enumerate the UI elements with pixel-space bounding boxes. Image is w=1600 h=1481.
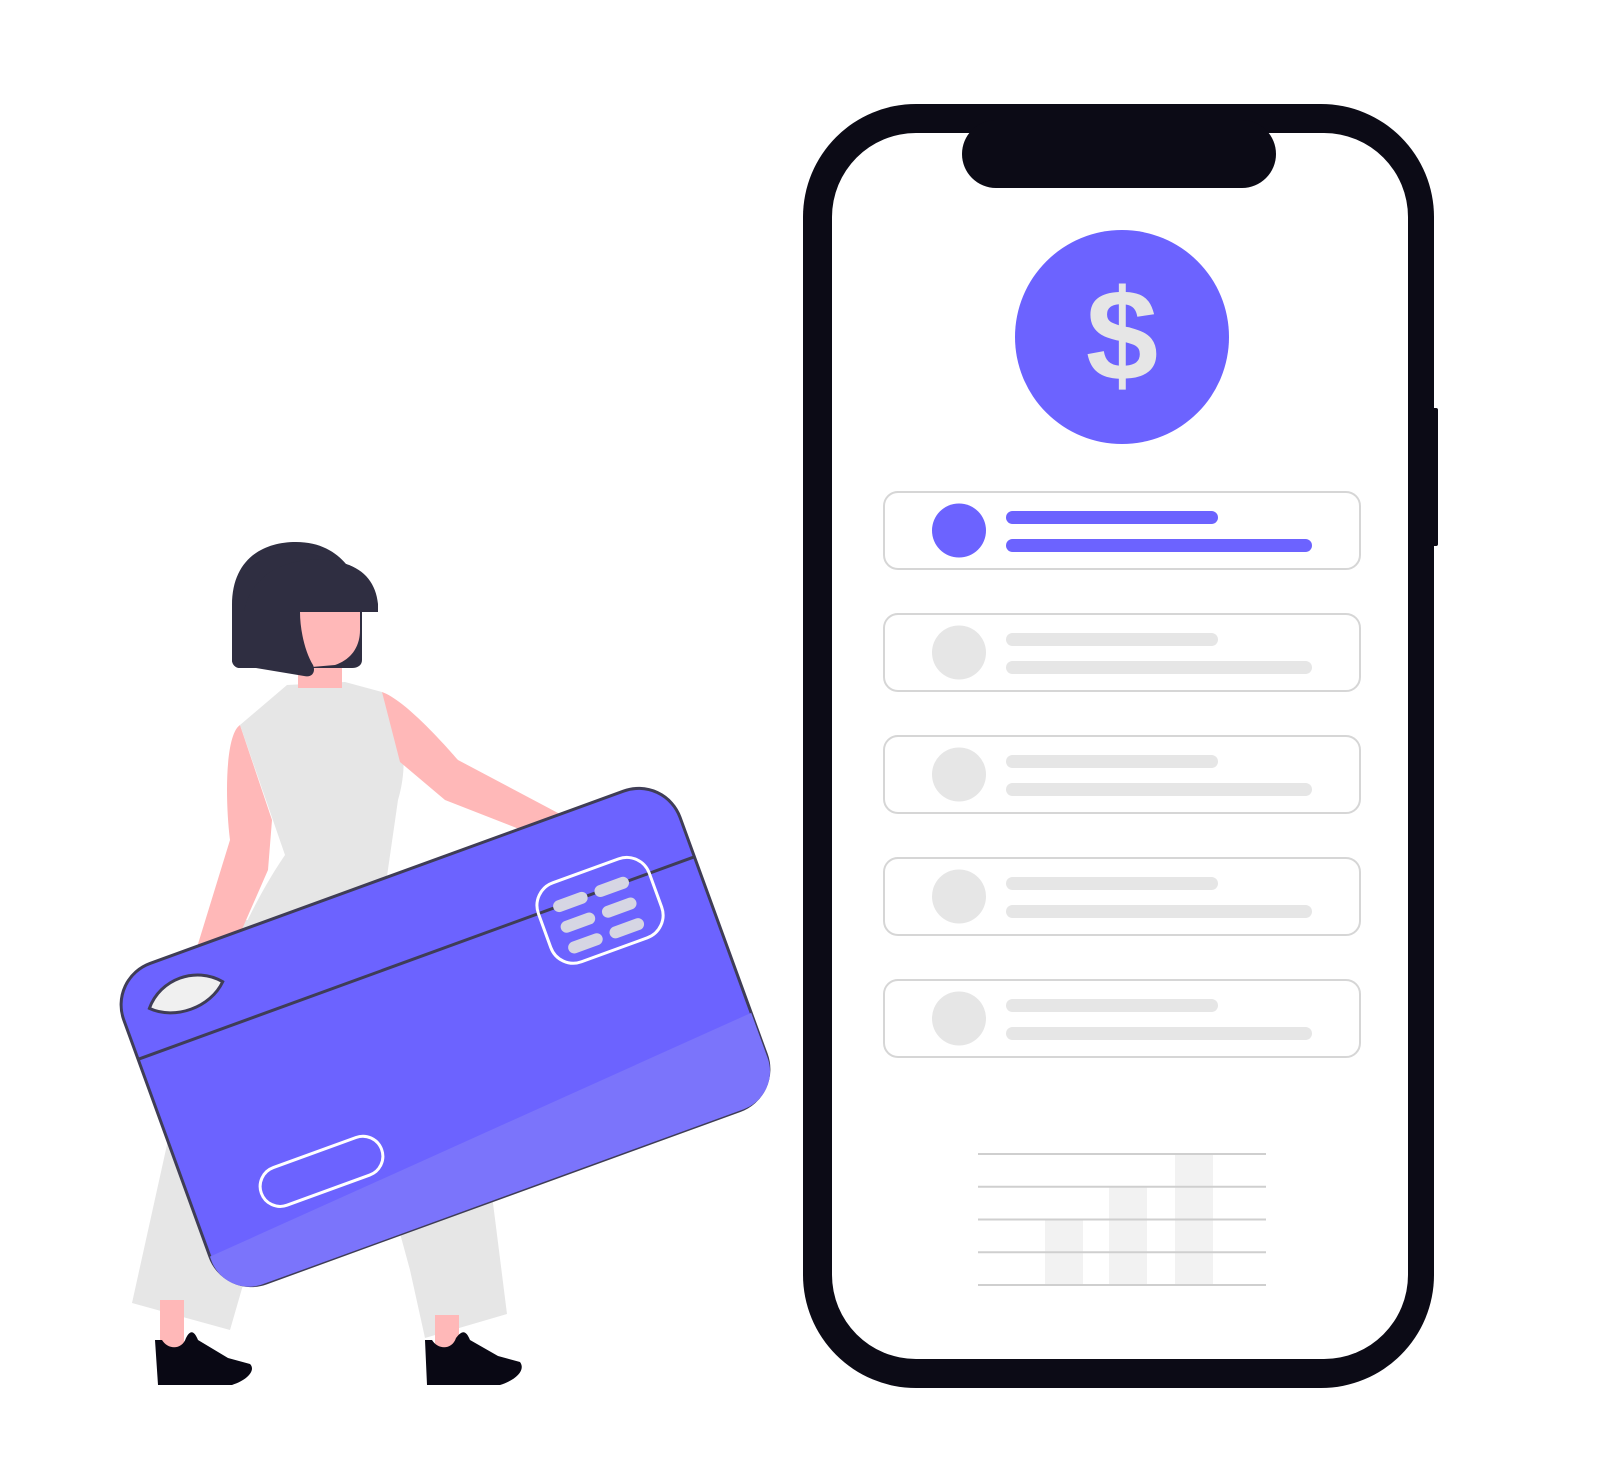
phone-notch [962, 120, 1276, 188]
list-item-line-long [1006, 905, 1312, 918]
list-item-line-short [1006, 877, 1218, 890]
list-item-line-long [1006, 1027, 1312, 1040]
list-item-line-short [1006, 755, 1218, 768]
list-item-line-long [1006, 539, 1312, 552]
list-item-line-short [1006, 999, 1218, 1012]
left-ankle [160, 1300, 184, 1348]
list-item-avatar-icon [932, 747, 986, 802]
list-item-line-long [1006, 783, 1312, 796]
dollar-coin-icon: $ [1015, 230, 1229, 444]
list-item-line-long [1006, 661, 1312, 674]
smartphone: $ [803, 104, 1438, 1388]
list-item-avatar-icon [932, 991, 986, 1046]
list-item-line-short [1006, 633, 1218, 646]
list-item-avatar-icon [932, 869, 986, 924]
dollar-sign: $ [1086, 262, 1158, 408]
list-item-line-short [1006, 511, 1218, 524]
payment-illustration: $ [119, 104, 1438, 1388]
list-item-avatar-icon [932, 503, 986, 558]
list-item[interactable] [883, 857, 1361, 936]
list-item[interactable] [883, 979, 1361, 1058]
list-item[interactable] [883, 735, 1361, 814]
chart-bar [1109, 1186, 1147, 1285]
list-item[interactable] [883, 613, 1361, 692]
list-item[interactable] [883, 491, 1361, 570]
list-item-avatar-icon [932, 625, 986, 680]
